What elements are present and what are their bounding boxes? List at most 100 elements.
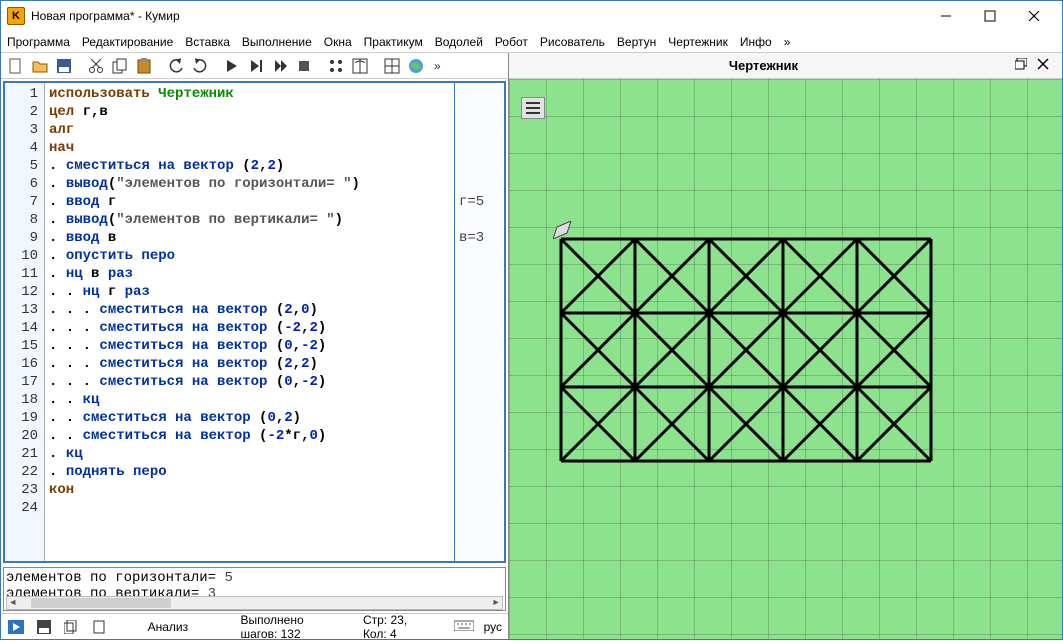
line-number: 9 bbox=[7, 229, 38, 247]
canvas-menu-button[interactable] bbox=[521, 97, 545, 119]
sb-save-icon[interactable] bbox=[35, 617, 53, 637]
app-icon: K bbox=[7, 7, 25, 25]
margin-value bbox=[459, 463, 500, 481]
step-icon[interactable] bbox=[269, 55, 291, 77]
code-line[interactable]: цел г,в bbox=[49, 103, 450, 121]
margin-value: в=3 bbox=[459, 229, 500, 247]
code-line[interactable]: . . . сместиться на вектор (2,0) bbox=[49, 301, 450, 319]
margin-value bbox=[459, 481, 500, 499]
window-title: Новая программа* - Кумир bbox=[31, 9, 924, 23]
line-number: 23 bbox=[7, 481, 38, 499]
menu-item[interactable]: Вертун bbox=[617, 35, 656, 49]
code-line[interactable]: . поднять перо bbox=[49, 463, 450, 481]
svg-text:»: » bbox=[434, 59, 441, 73]
stop-icon[interactable] bbox=[293, 55, 315, 77]
menu-item[interactable]: Окна bbox=[324, 35, 352, 49]
cut-icon[interactable] bbox=[85, 55, 107, 77]
drawing-canvas[interactable] bbox=[509, 79, 1062, 639]
close-button[interactable] bbox=[1012, 1, 1056, 31]
open-file-icon[interactable] bbox=[29, 55, 51, 77]
save-icon[interactable] bbox=[53, 55, 75, 77]
code-line[interactable]: . . кц bbox=[49, 391, 450, 409]
margin-value bbox=[459, 373, 500, 391]
margin-value bbox=[459, 121, 500, 139]
margin-value bbox=[459, 175, 500, 193]
maximize-button[interactable] bbox=[968, 1, 1012, 31]
paste-icon[interactable] bbox=[133, 55, 155, 77]
margin-value bbox=[459, 247, 500, 265]
menu-item[interactable]: Программа bbox=[7, 35, 70, 49]
drawer-panel-header: Чертежник bbox=[509, 53, 1062, 79]
code-line[interactable]: . . сместиться на вектор (-2*г,0) bbox=[49, 427, 450, 445]
sb-run-icon[interactable] bbox=[7, 617, 25, 637]
menu-item[interactable]: Инфо bbox=[740, 35, 772, 49]
margin-value bbox=[459, 211, 500, 229]
margin-value bbox=[459, 157, 500, 175]
code-line[interactable]: . . . сместиться на вектор (0,-2) bbox=[49, 337, 450, 355]
margin-value bbox=[459, 427, 500, 445]
new-file-icon[interactable] bbox=[5, 55, 27, 77]
io-panel[interactable]: элементов по горизонтали= 5элементов по … bbox=[3, 567, 506, 611]
margin-value bbox=[459, 283, 500, 301]
menu-item[interactable]: Рисователь bbox=[540, 35, 605, 49]
sb-copy-icon[interactable] bbox=[63, 617, 81, 637]
editor-code[interactable]: использовать Чертежникцел г,валгнач. сме… bbox=[45, 83, 454, 561]
code-line[interactable]: нач bbox=[49, 139, 450, 157]
sb-new-icon[interactable] bbox=[90, 617, 108, 637]
scroll-left-icon[interactable]: ◄ bbox=[7, 598, 19, 608]
minimize-button[interactable] bbox=[924, 1, 968, 31]
code-editor[interactable]: 123456789101112131415161718192021222324 … bbox=[3, 81, 506, 563]
menu-item[interactable]: Робот bbox=[495, 35, 528, 49]
undo-icon[interactable] bbox=[165, 55, 187, 77]
code-line[interactable]: . сместиться на вектор (2,2) bbox=[49, 157, 450, 175]
code-line[interactable]: . ввод г bbox=[49, 193, 450, 211]
code-line[interactable]: . . . сместиться на вектор (-2,2) bbox=[49, 319, 450, 337]
code-line[interactable]: . кц bbox=[49, 445, 450, 463]
scroll-thumb[interactable] bbox=[31, 598, 171, 608]
menu-item[interactable]: » bbox=[784, 35, 791, 49]
code-line[interactable]: . нц в раз bbox=[49, 265, 450, 283]
code-line[interactable]: . . сместиться на вектор (0,2) bbox=[49, 409, 450, 427]
more-icon[interactable]: » bbox=[429, 55, 451, 77]
margin-value bbox=[459, 409, 500, 427]
menu-item[interactable]: Редактирование bbox=[82, 35, 173, 49]
layout2-icon[interactable] bbox=[349, 55, 371, 77]
margin-value bbox=[459, 337, 500, 355]
menu-item[interactable]: Практикум bbox=[364, 35, 423, 49]
margin-value bbox=[459, 85, 500, 103]
grid-icon[interactable] bbox=[381, 55, 403, 77]
world-icon[interactable] bbox=[405, 55, 427, 77]
redo-icon[interactable] bbox=[189, 55, 211, 77]
line-number: 19 bbox=[7, 409, 38, 427]
panel-restore-icon[interactable] bbox=[1010, 58, 1032, 73]
run-to-icon[interactable] bbox=[245, 55, 267, 77]
code-line[interactable]: . . нц г раз bbox=[49, 283, 450, 301]
code-line[interactable]: . . . сместиться на вектор (0,-2) bbox=[49, 373, 450, 391]
run-icon[interactable] bbox=[221, 55, 243, 77]
line-number: 20 bbox=[7, 427, 38, 445]
code-line[interactable]: . опустить перо bbox=[49, 247, 450, 265]
line-number: 6 bbox=[7, 175, 38, 193]
panel-close-icon[interactable] bbox=[1032, 58, 1054, 73]
layout1-icon[interactable] bbox=[325, 55, 347, 77]
io-scrollbar[interactable]: ◄ ► bbox=[6, 596, 503, 610]
line-number: 5 bbox=[7, 157, 38, 175]
line-number: 17 bbox=[7, 373, 38, 391]
right-pane: Чертежник bbox=[509, 53, 1062, 639]
code-line[interactable]: . . . сместиться на вектор (2,2) bbox=[49, 355, 450, 373]
menu-item[interactable]: Водолей bbox=[435, 35, 483, 49]
code-line[interactable]: использовать Чертежник bbox=[49, 85, 450, 103]
copy-icon[interactable] bbox=[109, 55, 131, 77]
code-line[interactable]: . ввод в bbox=[49, 229, 450, 247]
scroll-right-icon[interactable]: ► bbox=[490, 598, 502, 608]
menu-item[interactable]: Вставка bbox=[185, 35, 230, 49]
code-line[interactable]: . вывод("элементов по горизонтали= ") bbox=[49, 175, 450, 193]
line-number: 2 bbox=[7, 103, 38, 121]
code-line[interactable]: . вывод("элементов по вертикали= ") bbox=[49, 211, 450, 229]
code-line[interactable]: кон bbox=[49, 481, 450, 499]
code-line[interactable]: алг bbox=[49, 121, 450, 139]
drawing-output bbox=[509, 79, 1062, 639]
menu-item[interactable]: Выполнение bbox=[242, 35, 312, 49]
menu-item[interactable]: Чертежник bbox=[668, 35, 728, 49]
status-lang[interactable]: рус bbox=[484, 620, 502, 634]
